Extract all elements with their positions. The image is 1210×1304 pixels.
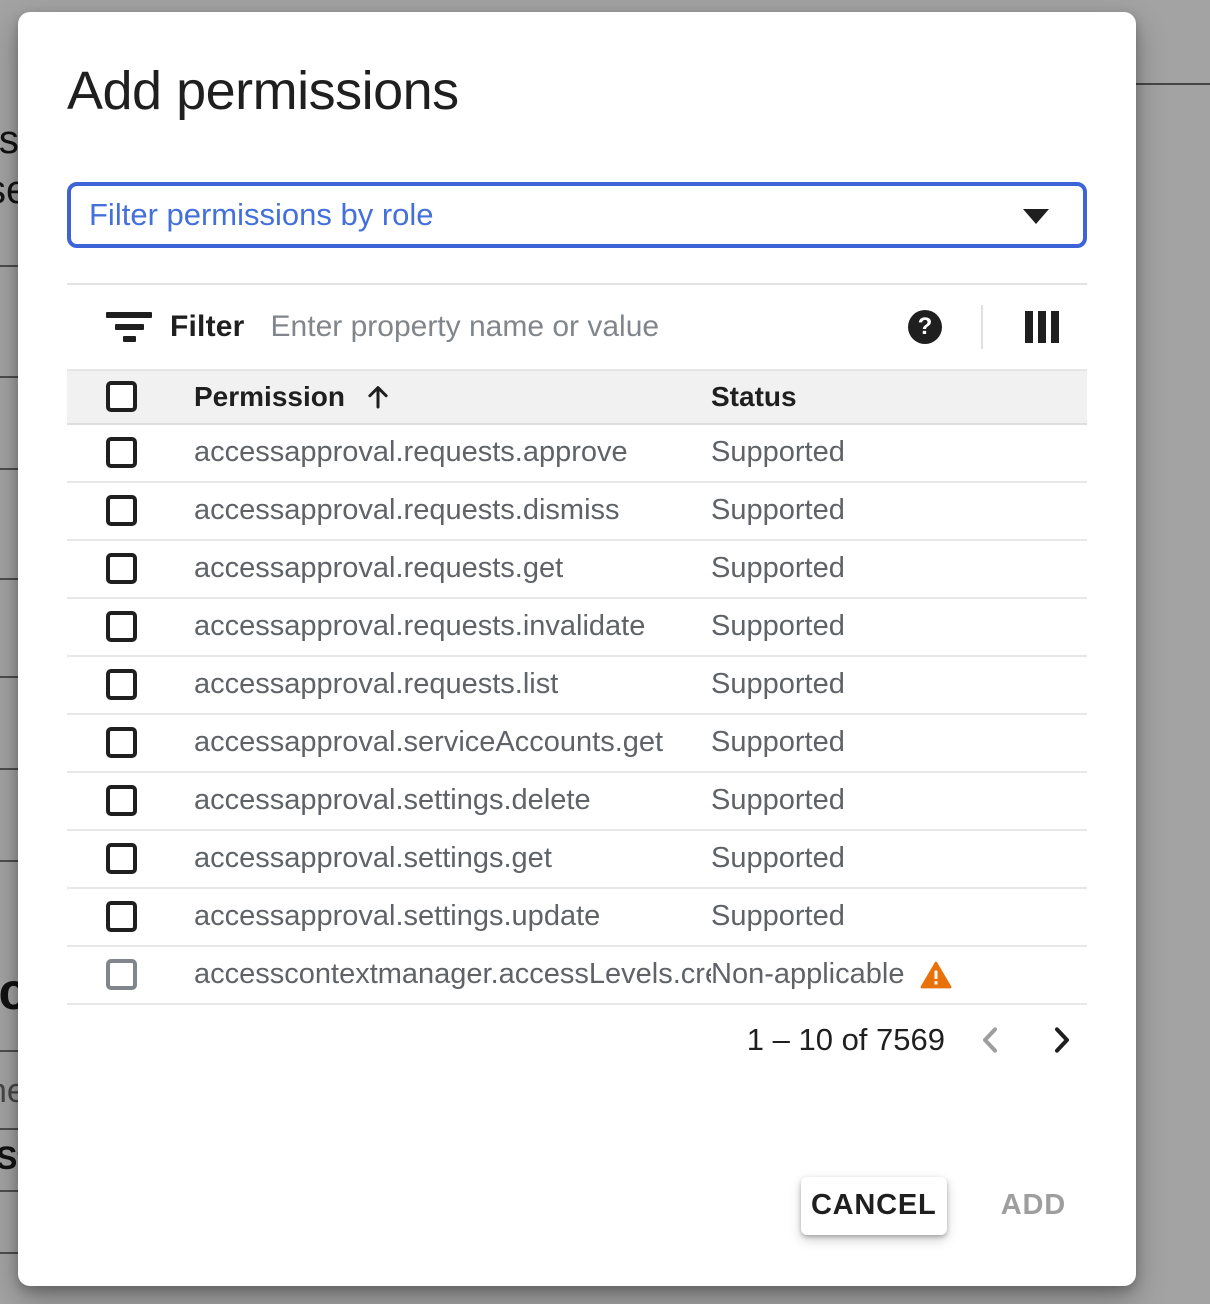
cancel-button[interactable]: CANCEL <box>801 1177 947 1235</box>
permission-name: accessapproval.serviceAccounts.get <box>194 726 663 759</box>
permissions-table-card: Filter ? Permission Status accessapprova… <box>67 283 1087 1075</box>
role-filter-select[interactable]: Filter permissions by role <box>67 182 1087 248</box>
table-row: accessapproval.settings.get Supported <box>67 831 1087 889</box>
chevron-down-icon <box>1023 209 1049 224</box>
permission-status: Supported <box>711 552 845 585</box>
table-row: accessapproval.settings.update Supported <box>67 889 1087 947</box>
dialog-title: Add permissions <box>67 12 1087 124</box>
role-filter-value: Filter permissions by role <box>89 197 434 233</box>
table-row: accessapproval.requests.dismiss Supporte… <box>67 483 1087 541</box>
permission-name: accessapproval.requests.invalidate <box>194 610 645 643</box>
table-row: accessapproval.requests.approve Supporte… <box>67 425 1087 483</box>
warning-icon <box>920 961 952 989</box>
permission-name: accessapproval.requests.dismiss <box>194 494 620 527</box>
table-row: accessapproval.serviceAccounts.get Suppo… <box>67 715 1087 773</box>
column-header-status: Status <box>711 381 797 413</box>
permission-name: accessapproval.requests.approve <box>194 436 628 469</box>
table-row: accessapproval.settings.delete Supported <box>67 773 1087 831</box>
filter-icon <box>106 312 152 342</box>
add-permissions-dialog: Add permissions Filter permissions by ro… <box>18 12 1136 1286</box>
row-checkbox[interactable] <box>106 553 137 584</box>
permission-status: Supported <box>711 726 845 759</box>
toolbar-divider <box>981 305 983 349</box>
permission-status: Non-applicable <box>711 958 904 991</box>
table-row: accessapproval.requests.list Supported <box>67 657 1087 715</box>
filter-label: Filter <box>170 310 245 344</box>
table-filter-toolbar: Filter ? <box>67 283 1087 369</box>
permission-name: accesscontextmanager.accessLevels.create <box>194 958 711 991</box>
permission-status: Supported <box>711 900 845 933</box>
permission-status: Supported <box>711 842 845 875</box>
row-checkbox[interactable] <box>106 437 137 468</box>
table-row: accessapproval.requests.invalidate Suppo… <box>67 599 1087 657</box>
table-row: accesscontextmanager.accessLevels.create… <box>67 947 1087 1005</box>
row-checkbox[interactable] <box>106 843 137 874</box>
sort-ascending-icon[interactable] <box>363 382 393 412</box>
row-checkbox[interactable] <box>106 901 137 932</box>
pagination-range-label: 1 – 10 of 7569 <box>747 1022 945 1058</box>
permission-status: Supported <box>711 610 845 643</box>
row-checkbox[interactable] <box>106 669 137 700</box>
dialog-actions: CANCEL ADD <box>67 1177 1087 1235</box>
filter-input[interactable] <box>271 310 908 344</box>
column-display-options-icon[interactable] <box>1025 311 1059 343</box>
help-icon[interactable]: ? <box>908 310 942 344</box>
row-checkbox[interactable] <box>106 727 137 758</box>
previous-page-button[interactable] <box>975 1024 1007 1056</box>
row-checkbox[interactable] <box>106 959 137 990</box>
permission-status: Supported <box>711 436 845 469</box>
next-page-button[interactable] <box>1045 1024 1077 1056</box>
row-checkbox[interactable] <box>106 785 137 816</box>
column-header-permission[interactable]: Permission <box>194 381 345 413</box>
permission-name: accessapproval.requests.list <box>194 668 558 701</box>
add-button[interactable]: ADD <box>987 1189 1080 1222</box>
table-row: accessapproval.requests.get Supported <box>67 541 1087 599</box>
permission-status: Supported <box>711 668 845 701</box>
row-checkbox[interactable] <box>106 495 137 526</box>
permission-name: accessapproval.settings.update <box>194 900 600 933</box>
select-all-checkbox[interactable] <box>106 381 137 412</box>
row-checkbox[interactable] <box>106 611 137 642</box>
permission-name: accessapproval.settings.get <box>194 842 552 875</box>
permission-name: accessapproval.requests.get <box>194 552 563 585</box>
permission-status: Supported <box>711 784 845 817</box>
pagination-bar: 1 – 10 of 7569 <box>67 1005 1087 1075</box>
table-header-row: Permission Status <box>67 369 1087 425</box>
permission-status: Supported <box>711 494 845 527</box>
permission-name: accessapproval.settings.delete <box>194 784 591 817</box>
